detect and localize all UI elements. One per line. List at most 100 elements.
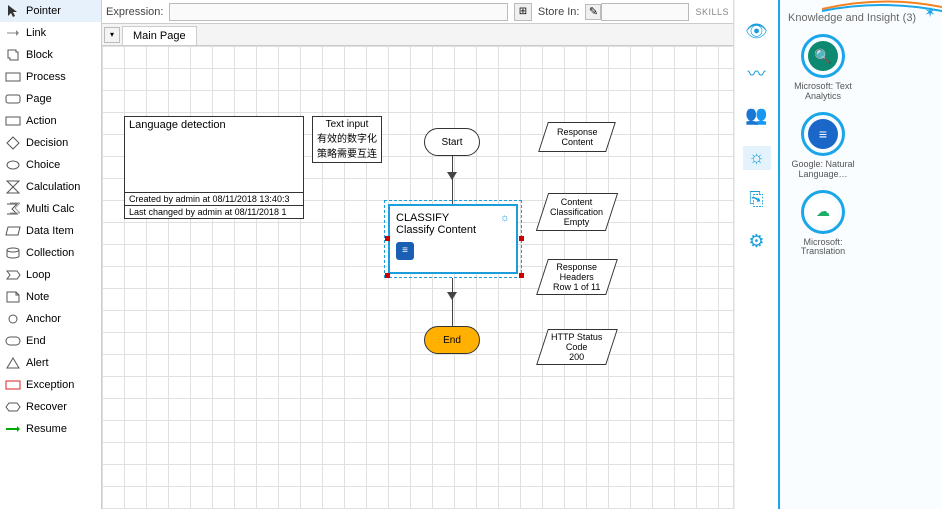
toolbox: Pointer Link Block Process Page Action Decisio… xyxy=(0,0,102,509)
tool-label: Multi Calc xyxy=(26,203,74,215)
rail-bulb-icon[interactable]: ☼ xyxy=(743,146,771,170)
info-box-created: Created by admin at 08/11/2018 13:40:3 xyxy=(125,192,303,205)
rail-graph-icon[interactable]: 〰 xyxy=(743,62,771,86)
anchor-icon xyxy=(4,312,22,326)
pin-icon[interactable]: ✶ xyxy=(924,4,936,21)
tab-main-page[interactable]: Main Page xyxy=(122,26,197,45)
choice-icon xyxy=(4,158,22,172)
resume-icon xyxy=(4,422,22,436)
skill-label: Microsoft: Text Analytics xyxy=(788,82,858,102)
tool-label: Action xyxy=(26,115,57,127)
end-icon xyxy=(4,334,22,348)
tool-choice[interactable]: Choice xyxy=(0,154,101,176)
link-icon xyxy=(4,26,22,40)
tool-label: Note xyxy=(26,291,49,303)
tool-note[interactable]: Note xyxy=(0,286,101,308)
tool-label: Choice xyxy=(26,159,60,171)
collection-icon xyxy=(4,246,22,260)
classify-subtitle: Classify Content xyxy=(396,224,510,236)
classify-node[interactable]: ☼ CLASSIFY Classify Content ≡ xyxy=(388,204,518,274)
tool-decision[interactable]: Decision xyxy=(0,132,101,154)
store-in-label: Store In: xyxy=(538,6,580,18)
edit-icon[interactable]: ✎ xyxy=(585,4,601,20)
tool-recover[interactable]: Recover xyxy=(0,396,101,418)
recover-icon xyxy=(4,400,22,414)
tool-link[interactable]: Link xyxy=(0,22,101,44)
tool-anchor[interactable]: Anchor xyxy=(0,308,101,330)
rail-people-icon[interactable]: 👥 xyxy=(743,104,771,128)
tab-bar: ▾ Main Page xyxy=(102,24,733,46)
tool-action[interactable]: Action xyxy=(0,110,101,132)
tool-page[interactable]: Page xyxy=(0,88,101,110)
data-item-http-status[interactable]: HTTP Status Code 200 xyxy=(536,329,618,365)
process-icon xyxy=(4,70,22,84)
action-icon xyxy=(4,114,22,128)
tool-dataitem[interactable]: Data Item xyxy=(0,220,101,242)
info-box[interactable]: Language detection Created by admin at 0… xyxy=(124,116,304,219)
tool-label: Resume xyxy=(26,423,67,435)
calc-icon xyxy=(4,180,22,194)
skills-category-rail: 👁 〰 👥 ☼ ⎘ ⚙ xyxy=(734,0,778,509)
skill-item[interactable]: ≡Google: Natural Language… xyxy=(788,112,858,180)
data-item-response-headers[interactable]: Response Headers Row 1 of 11 xyxy=(536,259,618,295)
tool-label: Alert xyxy=(26,357,49,369)
tool-label: Calculation xyxy=(26,181,80,193)
tool-label: End xyxy=(26,335,46,347)
end-node[interactable]: End xyxy=(424,326,480,354)
tabs-dropdown-button[interactable]: ▾ xyxy=(104,27,120,43)
rail-translate-icon[interactable]: ⎘ xyxy=(743,188,771,212)
tool-label: Decision xyxy=(26,137,68,149)
tool-end[interactable]: End xyxy=(0,330,101,352)
loop-icon xyxy=(4,268,22,282)
tool-block[interactable]: Block xyxy=(0,44,101,66)
tool-collection[interactable]: Collection xyxy=(0,242,101,264)
rail-robot-icon[interactable]: ⚙ xyxy=(743,230,771,254)
exception-icon xyxy=(4,378,22,392)
info-box-changed: Last changed by admin at 08/11/2018 1 xyxy=(125,205,303,218)
data-item-response-content[interactable]: Response Content xyxy=(538,122,616,152)
data-item-content-classification[interactable]: Content Classification Empty xyxy=(536,193,618,231)
tool-pointer[interactable]: Pointer xyxy=(0,0,101,22)
skills-panel: ✶ Knowledge and Insight (3) 🔍Microsoft: … xyxy=(778,0,942,509)
tool-alert[interactable]: Alert xyxy=(0,352,101,374)
skill-label: Google: Natural Language… xyxy=(788,160,858,180)
tool-label: Data Item xyxy=(26,225,74,237)
tool-label: Exception xyxy=(26,379,74,391)
tool-label: Pointer xyxy=(26,5,61,17)
tool-resume[interactable]: Resume xyxy=(0,418,101,440)
tool-label: Anchor xyxy=(26,313,61,325)
note-icon xyxy=(4,290,22,304)
tool-label: Link xyxy=(26,27,46,39)
lightbulb-icon: ☼ xyxy=(500,212,510,224)
canvas[interactable]: Language detection Created by admin at 0… xyxy=(102,46,733,509)
classify-provider-icon: ≡ xyxy=(396,242,414,260)
tool-label: Page xyxy=(26,93,52,105)
skill-item[interactable]: ☁Microsoft: Translation xyxy=(788,190,858,258)
data-item-text-input[interactable]: Text input 有效的数字化 策略需要互连 xyxy=(312,116,382,163)
tool-label: Block xyxy=(26,49,53,61)
expression-bar: Expression: ⊞ Store In: ✎ SKILLS xyxy=(102,0,733,24)
skills-label: SKILLS xyxy=(695,7,729,17)
tool-process[interactable]: Process xyxy=(0,66,101,88)
tool-calc[interactable]: Calculation xyxy=(0,176,101,198)
expression-input[interactable] xyxy=(169,3,507,21)
skill-item[interactable]: 🔍Microsoft: Text Analytics xyxy=(788,34,858,102)
decision-icon xyxy=(4,136,22,150)
skills-panel-count: (3) xyxy=(903,12,916,24)
expression-label: Expression: xyxy=(106,6,163,18)
calculator-icon[interactable]: ⊞ xyxy=(514,3,532,21)
block-icon xyxy=(4,48,22,62)
skill-label: Microsoft: Translation xyxy=(788,238,858,258)
tool-exception[interactable]: Exception xyxy=(0,374,101,396)
classify-title: CLASSIFY xyxy=(396,212,510,224)
pointer-icon xyxy=(4,4,22,18)
multicalc-icon xyxy=(4,202,22,216)
rail-eye-icon[interactable]: 👁 xyxy=(743,20,771,44)
tool-label: Process xyxy=(26,71,66,83)
start-node[interactable]: Start xyxy=(424,128,480,156)
tool-loop[interactable]: Loop xyxy=(0,264,101,286)
tool-label: Loop xyxy=(26,269,50,281)
store-in-input[interactable] xyxy=(601,3,689,21)
alert-icon xyxy=(4,356,22,370)
tool-multicalc[interactable]: Multi Calc xyxy=(0,198,101,220)
